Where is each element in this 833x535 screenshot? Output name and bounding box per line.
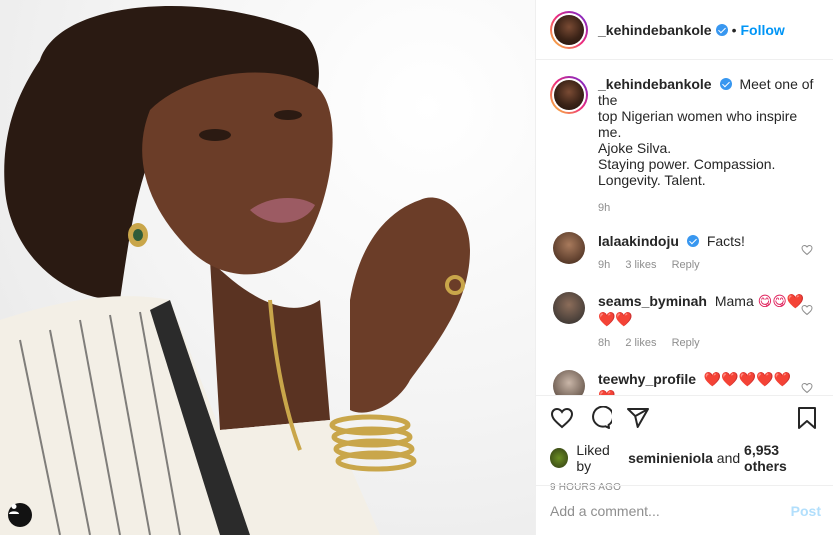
likes-summary: Liked by seminieniola and 6,953 others <box>550 442 819 474</box>
comment-icon <box>592 406 612 429</box>
post-actions: Liked by seminieniola and 6,953 others 9… <box>536 395 833 493</box>
comment-likes[interactable]: 3 likes <box>625 259 656 271</box>
user-tag-button[interactable] <box>8 503 32 527</box>
heart-icon <box>550 407 574 429</box>
caption-line: Staying power. Compassion. <box>598 156 776 172</box>
user-tag-icon <box>9 504 19 514</box>
liked-by-and: and <box>716 450 741 466</box>
like-button[interactable] <box>550 406 574 430</box>
save-button[interactable] <box>795 406 819 430</box>
commenter-avatar[interactable] <box>553 292 585 324</box>
verified-icon <box>715 23 728 36</box>
comment-item: seams_byminah Mama 😋😋❤️❤️❤️ 8h 2 likes R… <box>550 292 819 352</box>
liked-by-count[interactable]: 6,953 others <box>744 442 819 474</box>
author-avatar[interactable] <box>550 10 588 49</box>
heart-icon[interactable] <box>801 304 813 316</box>
add-comment-bar: Post <box>536 485 833 535</box>
caption-username[interactable]: _kehindebankole <box>598 76 712 92</box>
comment-button[interactable] <box>588 406 612 430</box>
liked-by-user[interactable]: seminieniola <box>628 450 713 466</box>
comment-time[interactable]: 9h <box>598 259 610 271</box>
commenter-username[interactable]: seams_byminah <box>598 293 707 309</box>
commenter-username[interactable]: lalaakindoju <box>598 233 679 249</box>
post-caption: _kehindebankole Meet one of the top Nige… <box>550 76 819 188</box>
comment-item: teewhy_profile ❤️❤️❤️❤️❤️❤️ <box>550 370 819 395</box>
heart-icon[interactable] <box>801 244 813 256</box>
liker-avatar[interactable] <box>550 448 569 468</box>
comment-input[interactable] <box>550 502 791 519</box>
comment-text: Mama <box>714 293 754 309</box>
post-sidebar: _kehindebankole • Follow _kehindebankole… <box>535 0 833 535</box>
commenter-avatar[interactable] <box>553 370 585 395</box>
caption-time[interactable]: 9h <box>598 202 819 214</box>
caption-line: Longevity. Talent. <box>598 172 706 188</box>
reply-button[interactable]: Reply <box>672 337 700 349</box>
bookmark-icon <box>798 407 816 429</box>
post-header: _kehindebankole • Follow <box>536 0 833 60</box>
heart-icon[interactable] <box>801 382 813 394</box>
post-photo[interactable] <box>0 0 535 535</box>
verified-icon <box>719 78 732 90</box>
commenter-username[interactable]: teewhy_profile <box>598 371 696 387</box>
share-button[interactable] <box>626 406 650 430</box>
caption-line: top Nigerian women who inspire me. <box>598 108 798 140</box>
comment-time[interactable]: 8h <box>598 337 610 349</box>
instagram-post: _kehindebankole • Follow _kehindebankole… <box>0 0 833 535</box>
verified-icon <box>686 235 699 247</box>
comment-text: Facts! <box>706 233 745 249</box>
follow-button[interactable]: Follow <box>741 22 785 38</box>
comment-likes[interactable]: 2 likes <box>625 337 656 349</box>
commenter-avatar[interactable] <box>553 232 585 264</box>
reply-button[interactable]: Reply <box>672 259 700 271</box>
caption-line: Ajoke Silva. <box>598 140 672 156</box>
share-icon <box>627 408 649 428</box>
post-comment-button[interactable]: Post <box>791 503 821 519</box>
liked-by-prefix: Liked by <box>576 442 610 474</box>
comment-item: lalaakindoju Facts! 9h 3 likes Reply <box>550 232 819 274</box>
comments-section: _kehindebankole Meet one of the top Nige… <box>536 60 833 395</box>
author-username[interactable]: _kehindebankole <box>598 22 712 38</box>
caption-avatar[interactable] <box>550 76 588 114</box>
separator-dot: • <box>731 21 737 38</box>
portrait-illustration <box>0 5 470 535</box>
